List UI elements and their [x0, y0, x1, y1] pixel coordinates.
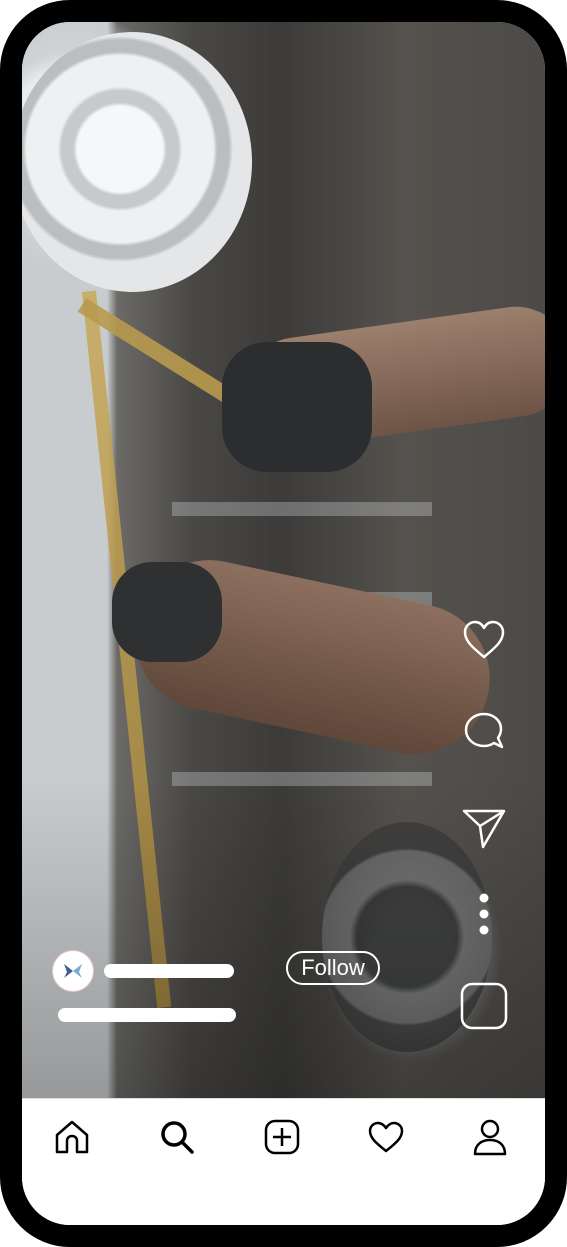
square-icon: [460, 982, 508, 1030]
nav-profile[interactable]: [470, 1117, 510, 1157]
comment-icon: [464, 712, 504, 749]
nav-create[interactable]: [262, 1117, 302, 1157]
nav-search[interactable]: [157, 1117, 197, 1157]
send-icon: [462, 809, 506, 849]
profile-icon: [473, 1119, 507, 1156]
more-button[interactable]: [460, 892, 508, 940]
home-icon: [55, 1120, 89, 1154]
username-placeholder[interactable]: [104, 964, 234, 978]
butterfly-logo-icon: [64, 964, 82, 978]
share-button[interactable]: [460, 804, 508, 852]
phone-frame: Follow: [0, 0, 567, 1247]
reel-video[interactable]: Follow: [22, 22, 545, 1098]
create-icon: [264, 1119, 300, 1155]
nav-home[interactable]: [52, 1117, 92, 1157]
search-icon: [161, 1121, 194, 1154]
screen: Follow: [22, 22, 545, 1225]
follow-button[interactable]: Follow: [286, 951, 380, 985]
heart-icon: [463, 620, 505, 659]
bottom-nav: [22, 1098, 545, 1225]
comment-button[interactable]: [460, 708, 508, 756]
nav-activity[interactable]: [366, 1117, 406, 1157]
activity-heart-icon: [368, 1121, 404, 1153]
audio-button[interactable]: [460, 982, 508, 1030]
avatar[interactable]: [52, 950, 94, 992]
like-button[interactable]: [460, 616, 508, 664]
more-icon: [479, 893, 489, 935]
caption-placeholder[interactable]: [58, 1008, 236, 1022]
